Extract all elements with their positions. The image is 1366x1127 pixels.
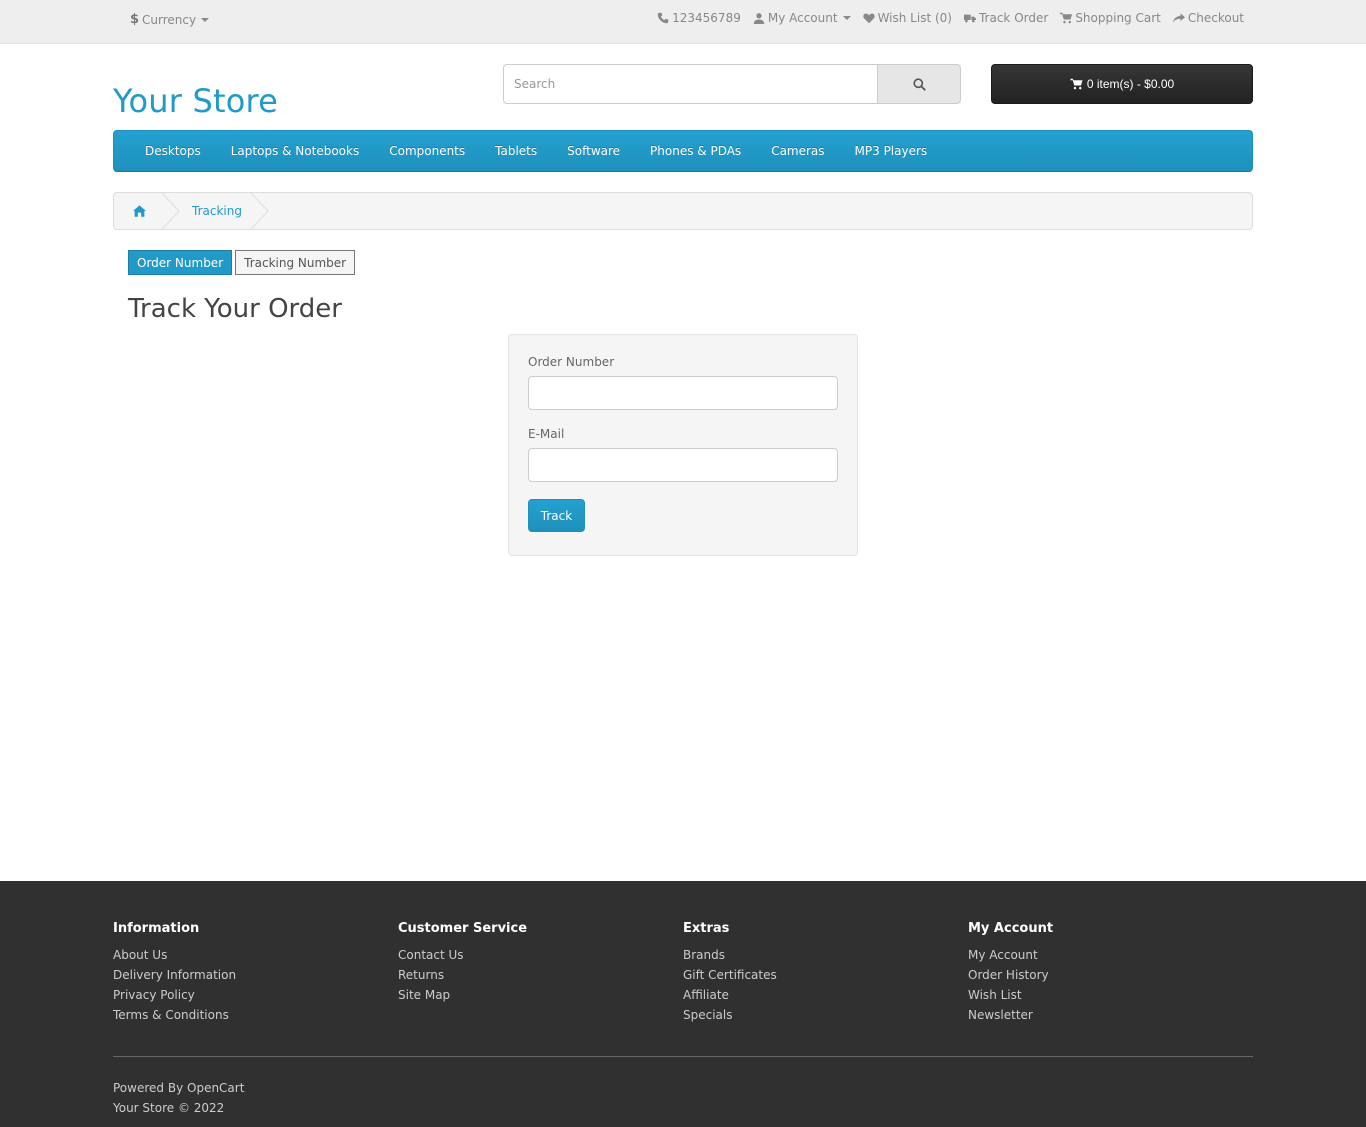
breadcrumb-separator <box>251 193 269 229</box>
track-order-label: Track Order <box>978 11 1049 25</box>
currency-symbol: $ <box>130 12 140 27</box>
phone-icon <box>657 12 669 24</box>
currency-label: Currency <box>142 12 197 27</box>
tracking-tabs: Order Number Tracking Number <box>128 250 1253 275</box>
home-icon <box>132 205 146 217</box>
phone-number: 123456789 <box>672 11 741 25</box>
track-order-form: Order Number E-Mail Track <box>508 334 858 556</box>
menu-item-tablets[interactable]: Tablets <box>480 144 552 158</box>
footer-link-sitemap[interactable]: Site Map <box>398 985 683 1005</box>
breadcrumb-home[interactable] <box>114 193 164 229</box>
footer: Information About Us Delivery Informatio… <box>0 881 1366 1127</box>
footer-link-account[interactable]: My Account <box>968 945 1253 965</box>
my-account-dropdown[interactable]: My Account <box>753 11 851 25</box>
opencart-link[interactable]: OpenCart <box>187 1081 244 1095</box>
caret-down-icon <box>201 17 210 22</box>
footer-my-account: My Account My Account Order History Wish… <box>968 921 1253 1025</box>
wish-list-label: Wish List (0) <box>877 11 952 25</box>
order-number-label: Order Number <box>528 355 615 369</box>
top-bar: $ Currency 123456789 My Account Wish Lis… <box>0 0 1366 44</box>
user-icon <box>753 13 765 24</box>
track-button[interactable]: Track <box>528 499 585 532</box>
copyright: Your Store © 2022 <box>113 1101 225 1115</box>
page-title: Track Your Order <box>128 294 342 324</box>
footer-link-delivery[interactable]: Delivery Information <box>113 965 398 985</box>
footer-customer-service: Customer Service Contact Us Returns Site… <box>398 921 683 1025</box>
top-links: 123456789 My Account Wish List (0) Track… <box>657 11 1244 25</box>
footer-divider <box>113 1056 1253 1057</box>
tab-order-number[interactable]: Order Number <box>128 250 233 275</box>
cart-button[interactable]: 0 item(s) - $0.00 <box>991 64 1253 104</box>
menu-item-phones[interactable]: Phones & PDAs <box>635 144 756 158</box>
cart-icon <box>1070 78 1083 90</box>
footer-extras: Extras Brands Gift Certificates Affiliat… <box>683 921 968 1025</box>
search-icon <box>912 77 926 91</box>
search-bar <box>503 64 961 104</box>
checkout-link[interactable]: Checkout <box>1172 11 1244 25</box>
footer-heading: Information <box>113 921 200 936</box>
footer-heading: My Account <box>968 921 1054 936</box>
truck-icon <box>963 14 976 23</box>
search-input[interactable] <box>503 64 877 104</box>
cart-total: 0 item(s) - $0.00 <box>1086 77 1175 91</box>
powered-by-label: Powered By <box>113 1081 184 1095</box>
footer-link-affiliate[interactable]: Affiliate <box>683 985 968 1005</box>
footer-powered: Powered By OpenCart Your Store © 2022 <box>113 1078 244 1118</box>
footer-link-newsletter[interactable]: Newsletter <box>968 1005 1253 1025</box>
footer-information: Information About Us Delivery Informatio… <box>113 921 398 1025</box>
footer-heading: Extras <box>683 921 730 936</box>
footer-link-wishlist[interactable]: Wish List <box>968 985 1253 1005</box>
search-button[interactable] <box>877 64 961 104</box>
wish-list-link[interactable]: Wish List (0) <box>862 11 952 25</box>
tab-tracking-number[interactable]: Tracking Number <box>235 250 356 275</box>
email-label: E-Mail <box>528 427 565 441</box>
order-number-input[interactable] <box>528 376 838 410</box>
currency-dropdown[interactable]: $ Currency <box>130 12 210 27</box>
footer-link-order-history[interactable]: Order History <box>968 965 1253 985</box>
breadcrumb: Tracking <box>113 192 1253 230</box>
footer-link-about[interactable]: About Us <box>113 945 398 965</box>
footer-heading: Customer Service <box>398 921 528 936</box>
menu-item-components[interactable]: Components <box>374 144 480 158</box>
footer-link-privacy[interactable]: Privacy Policy <box>113 985 398 1005</box>
header: Your Store 0 item(s) - $0.00 <box>113 44 1253 130</box>
breadcrumb-tracking[interactable]: Tracking <box>164 204 262 218</box>
menu-item-cameras[interactable]: Cameras <box>756 144 839 158</box>
my-account-label: My Account <box>767 11 838 25</box>
menu-item-laptops[interactable]: Laptops & Notebooks <box>216 144 374 158</box>
cart-icon <box>1060 12 1073 24</box>
store-logo[interactable]: Your Store <box>113 82 278 120</box>
menu-item-software[interactable]: Software <box>552 144 635 158</box>
footer-link-brands[interactable]: Brands <box>683 945 968 965</box>
footer-link-terms[interactable]: Terms & Conditions <box>113 1005 398 1025</box>
shopping-cart-link[interactable]: Shopping Cart <box>1060 11 1161 25</box>
shopping-cart-label: Shopping Cart <box>1075 11 1161 25</box>
caret-down-icon <box>842 16 851 20</box>
footer-link-contact[interactable]: Contact Us <box>398 945 683 965</box>
footer-link-gift[interactable]: Gift Certificates <box>683 965 968 985</box>
track-order-link[interactable]: Track Order <box>963 11 1049 25</box>
phone-link[interactable]: 123456789 <box>657 11 741 25</box>
main-menu: Desktops Laptops & Notebooks Components … <box>113 130 1253 172</box>
email-input[interactable] <box>528 448 838 482</box>
menu-item-mp3[interactable]: MP3 Players <box>840 144 943 158</box>
footer-link-specials[interactable]: Specials <box>683 1005 968 1025</box>
menu-item-desktops[interactable]: Desktops <box>130 144 216 158</box>
checkout-label: Checkout <box>1187 11 1244 25</box>
footer-link-returns[interactable]: Returns <box>398 965 683 985</box>
heart-icon <box>862 13 875 24</box>
share-icon <box>1172 13 1185 23</box>
